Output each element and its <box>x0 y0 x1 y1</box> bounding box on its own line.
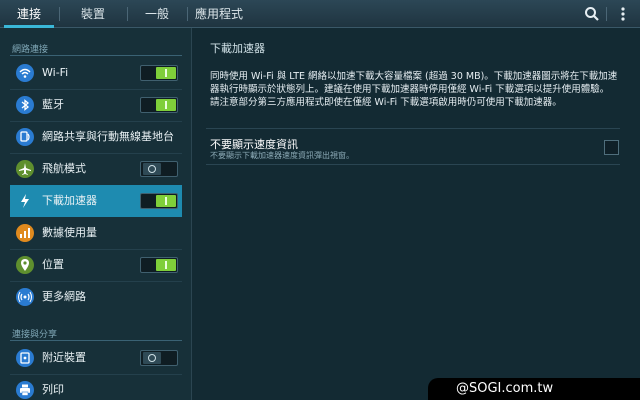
tethering-icon <box>16 128 34 146</box>
tab-device[interactable]: 裝置 <box>60 0 126 28</box>
sidebar-item-data-usage[interactable]: 數據使用量 <box>10 217 182 249</box>
location-icon <box>16 256 34 274</box>
section-divider <box>10 55 182 56</box>
sidebar-item-label: 網路共享與行動無線基地台 <box>42 130 174 143</box>
nearby-devices-icon <box>16 349 34 367</box>
sidebar-item-bluetooth[interactable]: 藍牙 <box>10 89 182 121</box>
chart-icon <box>16 224 34 242</box>
airplane-mode-toggle[interactable] <box>140 161 178 177</box>
sidebar-item-label: 位置 <box>42 258 64 271</box>
tab-applications[interactable]: 應用程式 <box>188 0 250 28</box>
search-icon[interactable] <box>583 5 601 23</box>
more-networks-icon <box>16 288 34 306</box>
detail-panel: 下載加速器 同時使用 Wi-Fi 與 LTE 網絡以加速下載大容量檔案 (超過 … <box>192 28 640 400</box>
print-icon <box>16 381 34 399</box>
tab-general[interactable]: 一般 <box>128 0 186 28</box>
bluetooth-icon <box>16 96 34 114</box>
download-booster-toggle[interactable] <box>140 193 178 209</box>
sidebar-item-print[interactable]: 列印 <box>10 374 182 400</box>
top-tab-bar: 連接 裝置 一般 應用程式 <box>0 0 640 28</box>
wifi-toggle[interactable] <box>140 65 178 81</box>
page-title: 下載加速器 <box>210 42 265 55</box>
nearby-devices-toggle[interactable] <box>140 350 178 366</box>
content-divider <box>206 128 620 129</box>
sidebar-item-more-networks[interactable]: 更多網路 <box>10 281 182 313</box>
tab-separator <box>606 7 607 21</box>
overflow-menu-icon[interactable] <box>614 5 632 23</box>
tab-connections[interactable]: 連接 <box>0 0 58 28</box>
settings-sidebar: 網路連接 Wi-Fi 藍牙 網路共享與行動無線基地台 飛航模式 下載加速器 數據… <box>0 28 192 400</box>
sidebar-item-wifi[interactable]: Wi-Fi <box>10 57 182 89</box>
sidebar-item-tethering[interactable]: 網路共享與行動無線基地台 <box>10 121 182 153</box>
section-header-network: 網路連接 <box>12 45 49 55</box>
sidebar-item-label: 附近裝置 <box>42 351 86 364</box>
section-header-connect-share: 連接與分享 <box>12 330 58 340</box>
sidebar-item-label: 更多網路 <box>42 290 86 303</box>
sidebar-item-download-booster[interactable]: 下載加速器 <box>10 185 182 217</box>
sidebar-item-label: 數據使用量 <box>42 226 97 239</box>
airplane-icon <box>16 160 34 178</box>
sidebar-item-airplane-mode[interactable]: 飛航模式 <box>10 153 182 185</box>
section-divider <box>10 340 182 341</box>
hide-speed-info-checkbox[interactable] <box>604 140 619 155</box>
sidebar-item-label: 藍牙 <box>42 98 64 111</box>
sidebar-item-label: 列印 <box>42 383 64 396</box>
content-divider <box>206 164 620 165</box>
location-toggle[interactable] <box>140 257 178 273</box>
sidebar-item-label: 飛航模式 <box>42 162 86 175</box>
bolt-icon <box>16 192 34 210</box>
bluetooth-toggle[interactable] <box>140 97 178 113</box>
wifi-icon <box>16 64 34 82</box>
sidebar-item-label: 下載加速器 <box>42 194 97 207</box>
option-subtitle: 不要顯示下載加速器速度資訊彈出視窗。 <box>210 151 354 160</box>
sidebar-item-nearby-devices[interactable]: 附近裝置 <box>10 342 182 374</box>
sidebar-item-location[interactable]: 位置 <box>10 249 182 281</box>
description-text: 同時使用 Wi-Fi 與 LTE 網絡以加速下載大容量檔案 (超過 30 MB)… <box>210 71 618 108</box>
sidebar-item-label: Wi-Fi <box>42 66 69 79</box>
watermark: @SOGI.com.tw <box>428 378 640 400</box>
